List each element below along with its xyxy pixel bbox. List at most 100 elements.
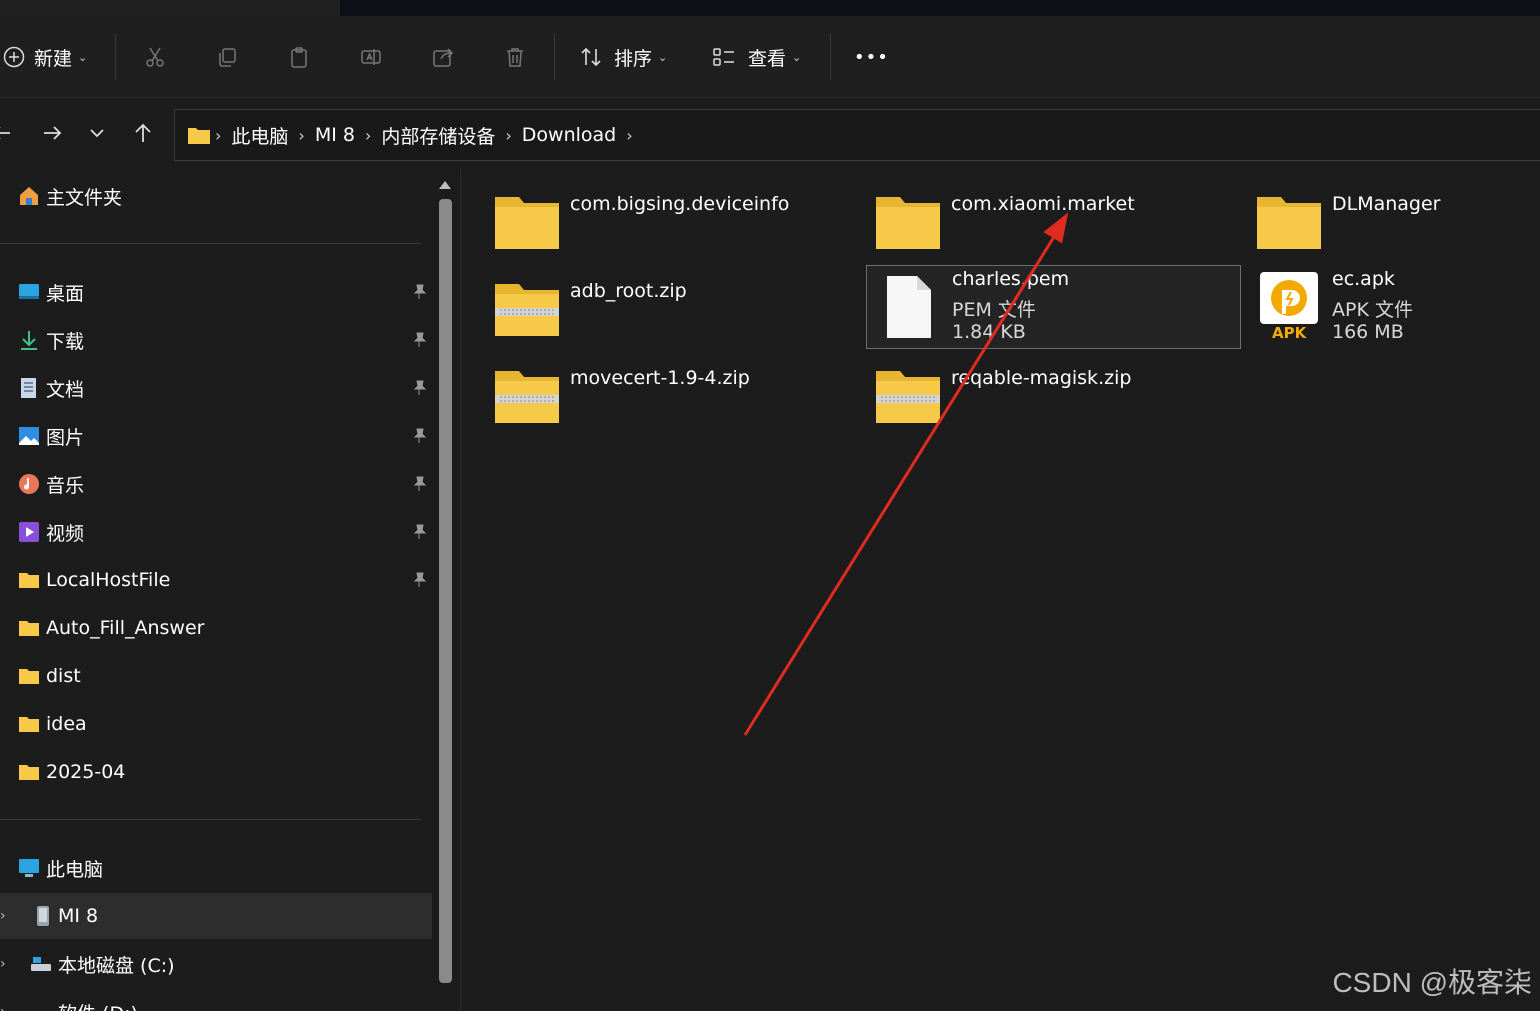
scroll-up-arrow-icon[interactable] [439, 181, 451, 189]
sort-label: 排序 [614, 47, 653, 70]
sort-button[interactable]: 排序 ⌄ [578, 36, 667, 78]
desktop-icon [19, 284, 39, 299]
sidebar-item-home[interactable]: 主文件夹 [0, 173, 432, 219]
file-size: 166 MB [1332, 321, 1404, 343]
file-item[interactable]: adb_root.zip [494, 280, 869, 364]
sidebar-item-mi8[interactable]: › MI 8 [0, 893, 432, 939]
file-name: charles.pem [952, 268, 1070, 290]
rename-button[interactable] [357, 36, 385, 78]
pin-icon[interactable] [410, 331, 428, 349]
toolbar-divider [830, 34, 831, 80]
sidebar-item-auto-fill-answer[interactable]: Auto_Fill_Answer [0, 605, 432, 651]
chevron-right-icon[interactable]: › [0, 1004, 6, 1011]
recent-locations-button[interactable] [81, 117, 113, 149]
file-name: movecert-1.9-4.zip [570, 367, 750, 389]
new-button[interactable]: 新建 ⌄ [0, 36, 87, 78]
copy-button[interactable] [213, 36, 241, 78]
video-icon [19, 522, 39, 542]
drive-icon [30, 1001, 52, 1011]
address-bar[interactable]: › 此电脑 › MI 8 › 内部存储设备 › Download › [174, 109, 1540, 161]
zip-folder-icon [495, 371, 559, 423]
active-tab[interactable] [0, 0, 340, 16]
pane-divider[interactable] [460, 169, 461, 1011]
pin-icon[interactable] [410, 283, 428, 301]
sidebar-item-pictures[interactable]: 图片 [0, 413, 432, 459]
breadcrumb-separator: › [215, 125, 222, 145]
view-button[interactable]: 查看 ⌄ [710, 36, 801, 78]
paste-button[interactable] [285, 36, 313, 78]
chevron-down-icon [90, 129, 104, 138]
sidebar-item-localhostfile[interactable]: LocalHostFile [0, 557, 432, 603]
file-item[interactable]: APK ec.apk APK 文件 166 MB [1256, 268, 1540, 352]
sidebar-item-label: 图片 [46, 426, 85, 449]
new-label: 新建 [34, 47, 73, 70]
file-item[interactable]: DLManager [1256, 193, 1540, 277]
file-name: reqable-magisk.zip [951, 367, 1132, 389]
breadcrumb-separator[interactable]: › [626, 126, 632, 145]
chevron-down-icon: ⌄ [658, 50, 668, 64]
breadcrumb-internal-storage[interactable]: 内部存储设备 [381, 122, 495, 149]
pin-icon[interactable] [410, 523, 428, 541]
scissors-icon [141, 43, 169, 71]
up-button[interactable] [127, 117, 159, 149]
computer-icon [19, 859, 39, 877]
pin-icon[interactable] [410, 379, 428, 397]
sidebar-item-videos[interactable]: 视频 [0, 509, 432, 555]
folder-icon [1257, 197, 1321, 249]
sidebar-item-local-disk-c[interactable]: › 本地磁盘 (C:) [0, 941, 432, 987]
cut-button[interactable] [141, 36, 169, 78]
file-item[interactable]: com.bigsing.deviceinfo [494, 193, 869, 277]
watermark: CSDN @极客柒 [1332, 967, 1532, 998]
view-layout-icon [710, 43, 738, 71]
breadcrumb-mi8[interactable]: MI 8 [315, 124, 355, 146]
zip-folder-icon [495, 284, 559, 336]
apk-badge: APK [1272, 324, 1307, 342]
chevron-right-icon[interactable]: › [0, 908, 6, 924]
navigation-pane: 主文件夹 桌面 下载 文档 图片 音乐 视频 LocalHostFile Aut… [0, 169, 452, 1011]
breadcrumb-this-pc[interactable]: 此电脑 [231, 122, 288, 149]
file-item[interactable]: reqable-magisk.zip [875, 367, 1250, 451]
pin-icon[interactable] [410, 427, 428, 445]
file-name: com.xiaomi.market [951, 193, 1135, 215]
download-icon [21, 331, 37, 350]
zip-folder-icon [876, 371, 940, 423]
sidebar-item-label: 桌面 [46, 282, 85, 305]
home-icon [20, 187, 38, 205]
trash-icon [501, 43, 529, 71]
pin-icon[interactable] [410, 571, 428, 589]
chevron-right-icon[interactable]: › [0, 956, 6, 972]
sidebar-item-documents[interactable]: 文档 [0, 365, 432, 411]
file-size: 1.84 KB [952, 321, 1026, 343]
file-item-selected[interactable]: charles.pem PEM 文件 1.84 KB [866, 265, 1241, 349]
sidebar-item-this-pc[interactable]: 此电脑 [0, 845, 432, 891]
scroll-thumb[interactable] [439, 199, 452, 983]
sidebar-item-music[interactable]: 音乐 [0, 461, 432, 507]
pin-icon[interactable] [410, 475, 428, 493]
file-item[interactable]: movecert-1.9-4.zip [494, 367, 869, 451]
back-button[interactable] [0, 117, 18, 149]
sidebar-scrollbar[interactable] [438, 181, 452, 1011]
up-arrow-icon [135, 123, 151, 142]
forward-button[interactable] [36, 117, 68, 149]
sidebar-item-desktop[interactable]: 桌面 [0, 269, 432, 315]
more-options-button[interactable]: ••• [854, 36, 889, 78]
sidebar-item-label: idea [46, 713, 87, 735]
breadcrumb-download[interactable]: Download [522, 124, 616, 146]
sidebar-item-dist[interactable]: dist [0, 653, 432, 699]
share-button[interactable] [429, 36, 457, 78]
folder-icon [188, 128, 210, 144]
title-bar [0, 0, 1540, 16]
sidebar-item-software-d[interactable]: › 软件 (D:) [0, 989, 432, 1011]
delete-button[interactable] [501, 36, 529, 78]
sidebar-item-downloads[interactable]: 下载 [0, 317, 432, 363]
sidebar-divider [0, 819, 421, 820]
sidebar-item-idea[interactable]: idea [0, 701, 432, 747]
rename-icon [357, 43, 385, 71]
sidebar-item-2025-04[interactable]: 2025-04 [0, 749, 432, 795]
music-icon [19, 474, 39, 494]
sidebar-item-label: 主文件夹 [46, 186, 123, 209]
file-name: adb_root.zip [570, 280, 687, 302]
sidebar-item-label: 软件 (D:) [58, 999, 138, 1011]
sidebar-item-label: 音乐 [46, 474, 85, 497]
folder-icon [495, 197, 559, 249]
